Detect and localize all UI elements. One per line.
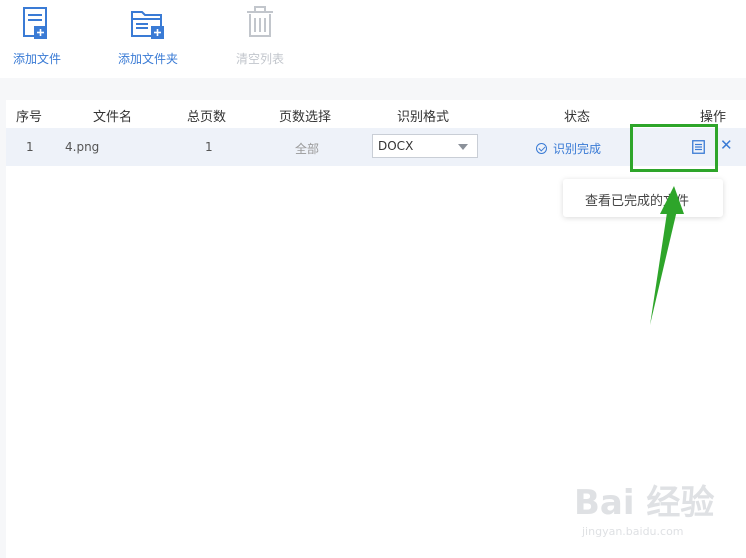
header-actions: 操作 bbox=[700, 110, 727, 125]
clear-list-label: 清空列表 bbox=[235, 52, 284, 66]
row-page-select[interactable]: 全部 bbox=[295, 140, 319, 157]
watermark-logo: Bai 经验 jingyan.baidu.com bbox=[572, 470, 732, 545]
watermark-url: jingyan.baidu.com bbox=[582, 525, 684, 538]
left-border bbox=[0, 100, 6, 558]
add-folder-button[interactable]: 添加文件夹 bbox=[108, 0, 188, 78]
toolbar: 添加文件 添加文件夹 清空列表 bbox=[0, 0, 746, 78]
header-total-pages: 总页数 bbox=[187, 110, 227, 125]
toolbar-separator bbox=[0, 78, 746, 100]
format-select-value: DOCX bbox=[378, 139, 414, 153]
check-circle-icon bbox=[536, 143, 547, 154]
header-filename: 文件名 bbox=[93, 110, 133, 125]
header-format: 识别格式 bbox=[397, 110, 450, 125]
tooltip-text: 查看已完成的文件 bbox=[585, 194, 690, 209]
close-icon[interactable]: ✕ bbox=[720, 137, 733, 153]
add-folder-icon bbox=[108, 6, 188, 42]
status-text: 识别完成 bbox=[553, 142, 602, 156]
clear-list-button[interactable]: 清空列表 bbox=[220, 0, 300, 78]
status-badge: 识别完成 bbox=[536, 140, 601, 157]
highlight-box bbox=[630, 124, 718, 172]
trash-icon bbox=[220, 6, 300, 42]
watermark-brand: Bai 经验 bbox=[574, 483, 715, 523]
chevron-down-icon bbox=[458, 144, 468, 150]
app-window: 添加文件 添加文件夹 清空列表 序号 文件名 总页数 页数选择 识别格式 状态 … bbox=[0, 0, 746, 558]
row-filename: 4.png bbox=[65, 140, 100, 154]
header-page-select: 页数选择 bbox=[279, 110, 332, 125]
add-file-icon bbox=[0, 6, 77, 42]
add-file-label: 添加文件 bbox=[12, 52, 61, 66]
format-select[interactable]: DOCX bbox=[372, 134, 478, 158]
add-folder-label: 添加文件夹 bbox=[117, 52, 178, 66]
header-index: 序号 bbox=[16, 110, 43, 125]
header-status: 状态 bbox=[564, 110, 591, 125]
row-index: 1 bbox=[26, 140, 34, 154]
row-total-pages: 1 bbox=[205, 140, 213, 154]
tooltip: 查看已完成的文件 bbox=[563, 179, 723, 217]
add-file-button[interactable]: 添加文件 bbox=[0, 0, 77, 78]
